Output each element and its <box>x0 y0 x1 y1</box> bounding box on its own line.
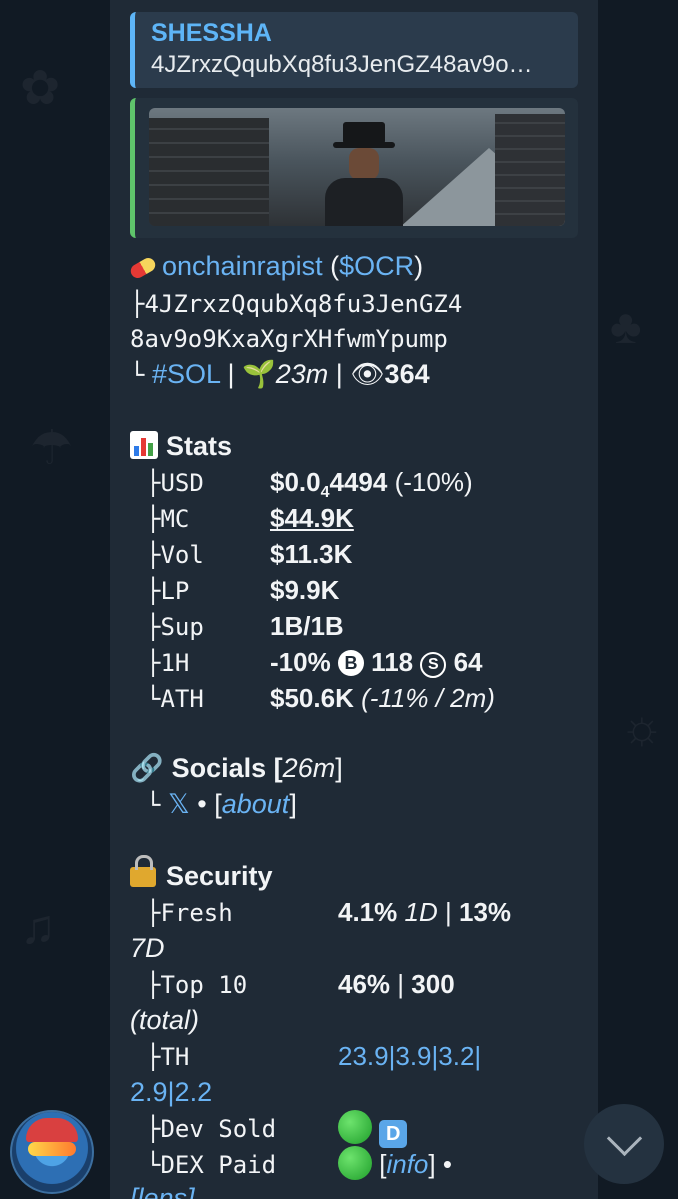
sprout-icon: 🌱 <box>242 359 276 389</box>
info-link[interactable]: info <box>386 1149 428 1179</box>
preview-image[interactable] <box>149 108 565 226</box>
buys-icon: B <box>337 650 364 676</box>
stat-value-vol: $11.3K <box>270 539 353 569</box>
socials-heading: 🔗 Socials [26m] <box>130 750 343 786</box>
token-age: 23m <box>275 359 329 389</box>
message-bubble[interactable]: SHESSHA 4JZrxzQqubXq8fu3JenGZ48av9o… onc… <box>110 0 598 1199</box>
stat-change: (-10%) <box>394 467 473 497</box>
security-fresh-value: 4.1% 1D | 13% <box>338 897 512 927</box>
security-fresh-7d: 7D <box>130 933 165 963</box>
link-icon: 🔗 <box>130 753 164 783</box>
bar-chart-icon <box>130 431 158 459</box>
security-top10-value: 46% | 300 <box>338 969 455 999</box>
chevron-down-icon <box>606 1120 642 1156</box>
sells-icon: S <box>420 652 447 678</box>
separator: | <box>227 359 235 389</box>
security-devsold-label: ├Dev Sold <box>146 1115 277 1143</box>
security-top10-label: ├Top 10 <box>146 971 248 999</box>
ticker-link[interactable]: $OCR <box>339 251 414 281</box>
doodle-icon: ✿ <box>20 62 61 115</box>
x-link[interactable]: 𝕏 <box>168 789 190 819</box>
security-fresh-label: ├Fresh <box>146 899 233 927</box>
buys-count: 118 <box>371 647 414 677</box>
doodle-icon: ☂ <box>30 422 74 475</box>
link-preview[interactable] <box>130 98 578 238</box>
chain-tag-link[interactable]: #SOL <box>152 359 220 389</box>
separator: | <box>335 359 343 389</box>
doodle-icon: ♣ <box>610 301 642 354</box>
lens-link[interactable]: [lens] <box>130 1180 195 1199</box>
castle-wall-right <box>495 114 565 226</box>
token-header: onchainrapist ($OCR) <box>128 248 424 284</box>
stats-title: Stats <box>166 431 233 461</box>
reply-author: SHESSHA <box>151 19 272 47</box>
stat-row-1h: ├1H <box>146 649 190 677</box>
security-th-links-2[interactable]: 2.9|2.2 <box>130 1074 212 1110</box>
stat-value-ath: $50.6K (-11% / 2m) <box>270 683 495 713</box>
security-devsold-value: D <box>338 1110 408 1148</box>
dev-badge[interactable]: D <box>379 1120 408 1148</box>
token-address-2[interactable]: 8av9o9KxaXgrXHfwmYpump <box>130 321 448 357</box>
stat-row-mc: ├MC <box>146 505 190 533</box>
castle-wall-left <box>149 118 269 226</box>
stat-value-mc[interactable]: $44.9K <box>270 500 354 536</box>
security-th-label: ├TH <box>146 1043 190 1071</box>
token-name-link[interactable]: onchainrapist <box>162 251 323 281</box>
sender-avatar[interactable] <box>10 1110 94 1194</box>
socials-links: └ 𝕏 • [about] <box>146 789 297 819</box>
token-address-1[interactable]: ├4JZrxzQqubXq8fu3JenGZ4 <box>130 286 462 322</box>
security-dexpaid-value: [info] • <box>338 1146 452 1182</box>
figure <box>319 122 409 226</box>
token-meta: └ #SOL | 🌱23m | 👁364 <box>130 356 430 393</box>
pill-icon <box>128 255 158 281</box>
stat-row-usd: ├USD <box>146 464 204 501</box>
reply-quote[interactable]: SHESSHA 4JZrxzQqubXq8fu3JenGZ48av9o… <box>130 12 578 88</box>
stat-value-sup: 1B/1B <box>270 611 344 641</box>
view-count: 364 <box>384 359 430 389</box>
security-dexpaid-label: └DEX Paid <box>146 1151 277 1179</box>
sells-count: 64 <box>453 647 483 677</box>
stat-row-ath: └ATH <box>146 685 204 713</box>
stat-value-1h: -10% B 118 S 64 <box>270 647 483 678</box>
scroll-down-button[interactable] <box>584 1104 664 1184</box>
green-circle-icon <box>338 1110 372 1144</box>
security-heading: Security <box>130 855 273 894</box>
ticker-close: ) <box>414 251 424 281</box>
stat-value-lp: $9.9K <box>270 575 340 605</box>
doodle-icon: ♫ <box>20 901 56 954</box>
stat-row-lp: ├LP <box>146 577 190 605</box>
doodle-icon: ☼ <box>620 701 664 754</box>
green-circle-icon <box>338 1146 372 1180</box>
stat-row-sup: ├Sup <box>146 613 204 641</box>
about-link[interactable]: about <box>222 789 290 819</box>
lock-icon <box>130 855 156 887</box>
stat-row-vol: ├Vol <box>146 541 204 569</box>
tree-end: └ <box>130 361 145 389</box>
security-top10-total: (total) <box>130 1005 200 1035</box>
eye-icon: 👁 <box>350 359 385 389</box>
ticker-open: ( <box>330 251 340 281</box>
stats-heading: Stats <box>130 428 232 464</box>
security-th-links[interactable]: 23.9|3.9|3.2| <box>338 1038 481 1074</box>
reply-text: 4JZrxzQqubXq8fu3JenGZ48av9o… <box>151 51 533 78</box>
stat-label: ├USD <box>146 469 204 497</box>
